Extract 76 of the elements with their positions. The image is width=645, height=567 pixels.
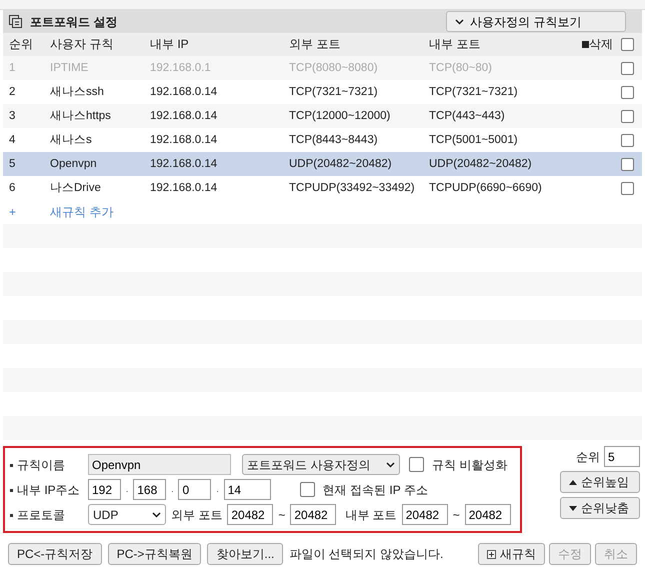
panel-title: 포트포워드 설정 (30, 14, 118, 30)
order-field[interactable]: 5 (604, 446, 640, 467)
dot-separator: . (171, 484, 174, 496)
add-rule-link[interactable]: 새규칙 추가 (44, 203, 114, 221)
column-header: 사용자 규칙 (49, 36, 114, 53)
table-cell: TCP(443~443) (423, 104, 573, 128)
window-icon (9, 15, 22, 28)
rule-name-field[interactable]: Openvpn (88, 454, 231, 475)
field-label: 규칙이름 (10, 456, 83, 474)
order-label: 순위 (576, 448, 600, 466)
table-cell: TCP(12000~12000) (283, 104, 423, 128)
table-cell: 새나스https (44, 104, 144, 128)
dot-separator: . (126, 484, 128, 496)
column-header: 내부 포트 (428, 36, 482, 53)
checkbox[interactable] (621, 110, 634, 122)
footer-button[interactable]: PC->규칙복원 (108, 543, 202, 565)
port-field[interactable]: 20482 (464, 504, 511, 525)
bullet-icon (10, 464, 13, 467)
protocol-select[interactable]: UDP (88, 504, 166, 525)
table-cell: UDP(20482~20482) (283, 152, 423, 176)
add-icon[interactable]: + (3, 203, 44, 221)
chevron-down-icon (386, 462, 395, 468)
dot-separator: . (216, 484, 219, 496)
checkbox[interactable] (621, 86, 634, 98)
table-cell: IPTIME (44, 56, 144, 80)
table-cell: 192.168.0.14 (144, 152, 283, 176)
tilde-text: ~ (278, 506, 286, 524)
footer-button[interactable]: PC<-규칙저장 (8, 543, 102, 565)
table-cell: 1 (3, 56, 44, 80)
checkbox[interactable] (621, 38, 634, 51)
tilde-text: ~ (452, 506, 460, 524)
ip-octet-field[interactable]: 168 (133, 479, 166, 500)
view-rules-button[interactable]: 사용자정의 규칙보기 (446, 11, 626, 32)
column-header: 외부 포트 (288, 36, 342, 53)
ip-octet-field[interactable]: 192 (88, 479, 121, 500)
field-label: 프로토콜 (10, 506, 83, 524)
table-cell: 3 (3, 104, 44, 128)
table-cell: Openvpn (44, 152, 144, 176)
bullet-icon (10, 488, 13, 492)
field-label: 내부 포트 (345, 506, 397, 524)
checkbox[interactable] (409, 457, 424, 472)
triangle-up-icon (569, 480, 577, 484)
table-cell: TCP(80~80) (423, 56, 573, 80)
rule-type-select[interactable]: 포트포워드 사용자정의 (242, 454, 400, 475)
port-field[interactable]: 20482 (290, 504, 336, 525)
minus-square-icon (582, 41, 589, 48)
checkbox[interactable] (621, 134, 634, 146)
order-up-button[interactable]: 순위높임 (560, 471, 640, 493)
table-cell: 192.168.0.14 (144, 104, 283, 128)
checkbox[interactable] (300, 482, 315, 497)
bullet-icon (10, 514, 13, 517)
footer-button[interactable]: 찾아보기... (207, 543, 284, 565)
ip-octet-field[interactable]: 14 (224, 479, 271, 500)
table-cell: TCP(8080~8080) (283, 56, 423, 80)
column-header: 내부 IP (149, 36, 190, 53)
table-cell: 5 (3, 152, 44, 176)
file-status-text: 파일이 선택되지 않았습니다. (289, 546, 444, 563)
field-label: 내부 IP주소 (10, 480, 83, 498)
triangle-down-icon (569, 506, 577, 510)
checkbox[interactable] (621, 182, 634, 194)
plus-square-icon (487, 550, 496, 558)
table-cell: 192.168.0.1 (144, 56, 283, 80)
chevron-down-icon (455, 18, 464, 24)
field-label: 외부 포트 (171, 506, 222, 524)
order-down-button[interactable]: 순위낮춤 (560, 497, 640, 519)
column-header: 삭제 (582, 33, 613, 56)
chevron-down-icon (152, 512, 161, 518)
table-cell: UDP(20482~20482) (423, 152, 573, 176)
new-rule-button[interactable]: 새규칙 (478, 543, 545, 565)
checkbox[interactable] (621, 158, 634, 170)
column-header: 순위 (8, 36, 34, 53)
checkbox-label: 규칙 비활성화 (432, 456, 508, 474)
checkbox-label: 현재 접속된 IP 주소 (322, 482, 428, 498)
port-field[interactable]: 20482 (227, 504, 274, 525)
ip-octet-field[interactable]: 0 (178, 479, 212, 500)
port-field[interactable]: 20482 (402, 504, 448, 525)
